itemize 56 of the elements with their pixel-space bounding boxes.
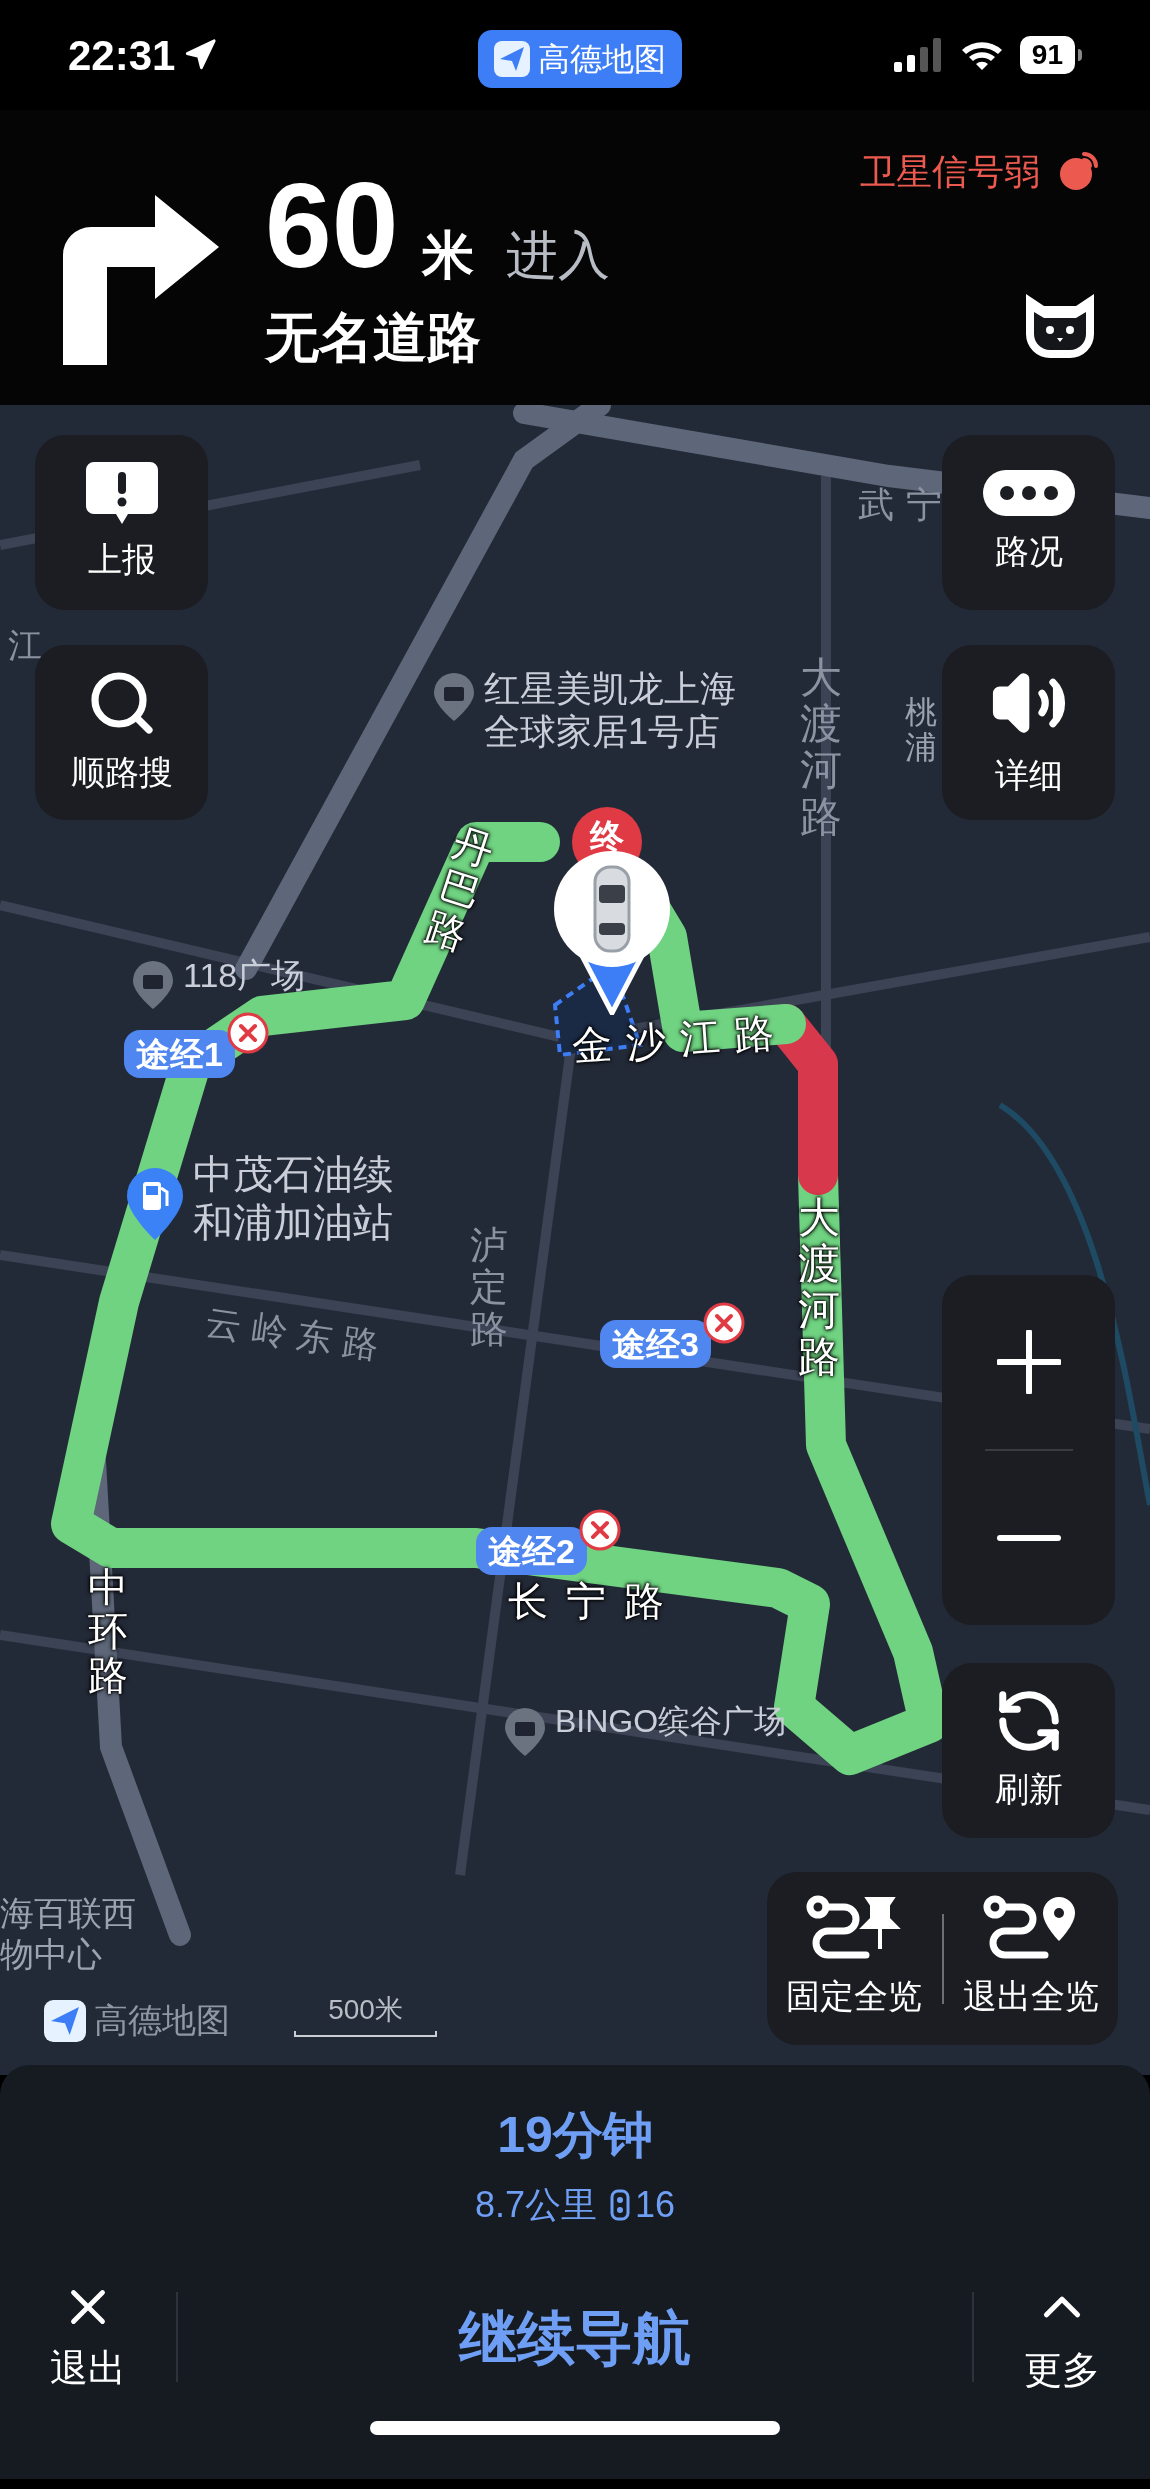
waypoint-badge[interactable]: 途经2 bbox=[476, 1527, 587, 1575]
traffic-light-icon bbox=[609, 2189, 631, 2221]
road-label: 丹巴路 bbox=[420, 820, 500, 958]
map-control-button[interactable]: 上报 bbox=[35, 435, 208, 610]
next-road-name: 无名道路 bbox=[265, 306, 482, 369]
turn-distance: 60 bbox=[265, 165, 399, 285]
shop-pin-icon bbox=[503, 1706, 547, 1758]
turn-action: 进入 bbox=[506, 229, 611, 281]
road-label: 大渡河路 bbox=[800, 655, 842, 840]
shop-pin-icon bbox=[131, 959, 175, 1011]
place-label: 桃浦 bbox=[905, 695, 937, 766]
exit-button[interactable]: 退出 bbox=[0, 2277, 176, 2397]
map-control-button[interactable]: 路况 bbox=[942, 435, 1115, 610]
fuel-pin-icon bbox=[125, 1166, 185, 1242]
road-label: 中环路 bbox=[88, 1565, 128, 1697]
plus-icon bbox=[996, 1330, 1061, 1394]
road-label: 长宁路 bbox=[508, 1578, 682, 1625]
road-label: 云岭东路 bbox=[202, 1300, 392, 1369]
scale-label: 500米 bbox=[328, 1993, 403, 2027]
place-label: 和浦加油站 bbox=[193, 1199, 393, 1246]
place-label: 118广场 bbox=[183, 955, 306, 996]
status-time: 22:31 bbox=[68, 30, 176, 81]
waypoint-badge[interactable]: 途经3 bbox=[600, 1320, 711, 1368]
location-arrow-icon bbox=[183, 38, 218, 72]
route-distance: 8.7公里 bbox=[474, 2183, 597, 2227]
place-label: 全球家居1号店 bbox=[484, 710, 722, 754]
place-label: BINGO缤谷广场 bbox=[555, 1702, 787, 1741]
refresh-button[interactable]: 刷新 bbox=[942, 1663, 1115, 1838]
cellular-signal-icon bbox=[893, 38, 944, 72]
road-label: 金沙江路 bbox=[570, 1008, 790, 1071]
road-label: 泸定路 bbox=[470, 1225, 508, 1351]
waypoint-badge[interactable]: 途经1 bbox=[124, 1030, 235, 1078]
place-label: 红星美凯龙上海 bbox=[484, 667, 736, 711]
overview-button[interactable]: 固定全览 bbox=[767, 1895, 942, 2022]
distance-unit: 米 bbox=[422, 229, 475, 281]
gps-warning-text: 卫星信号弱 bbox=[860, 150, 1040, 194]
place-label: 中茂石油续 bbox=[193, 1151, 393, 1198]
traffic-light-count: 16 bbox=[635, 2183, 676, 2227]
battery-percentage: 91 bbox=[1019, 36, 1075, 74]
app-logo-icon bbox=[494, 41, 530, 77]
map-control-button[interactable]: 详细 bbox=[942, 645, 1115, 820]
more-button[interactable]: 更多 bbox=[974, 2275, 1150, 2399]
continue-navigation-button[interactable]: 继续导航 bbox=[178, 2272, 972, 2402]
map-logo-icon bbox=[44, 1999, 86, 2042]
eta-duration: 19分钟 bbox=[497, 2110, 653, 2160]
remove-waypoint-icon[interactable] bbox=[702, 1302, 745, 1344]
report-bubble-icon bbox=[83, 460, 160, 526]
shop-pin-icon bbox=[432, 671, 476, 723]
remove-waypoint-icon[interactable] bbox=[226, 1012, 269, 1054]
remove-waypoint-icon[interactable] bbox=[578, 1509, 621, 1551]
place-label: 海百联西 bbox=[0, 1893, 136, 1934]
app-return-button[interactable]: 高德地图 bbox=[478, 30, 682, 88]
minus-icon bbox=[996, 1535, 1061, 1541]
place-label: 物中心 bbox=[0, 1933, 103, 1975]
overview-button[interactable]: 退出全览 bbox=[943, 1895, 1118, 2022]
map-logo-text: 高德地图 bbox=[94, 2000, 230, 2041]
